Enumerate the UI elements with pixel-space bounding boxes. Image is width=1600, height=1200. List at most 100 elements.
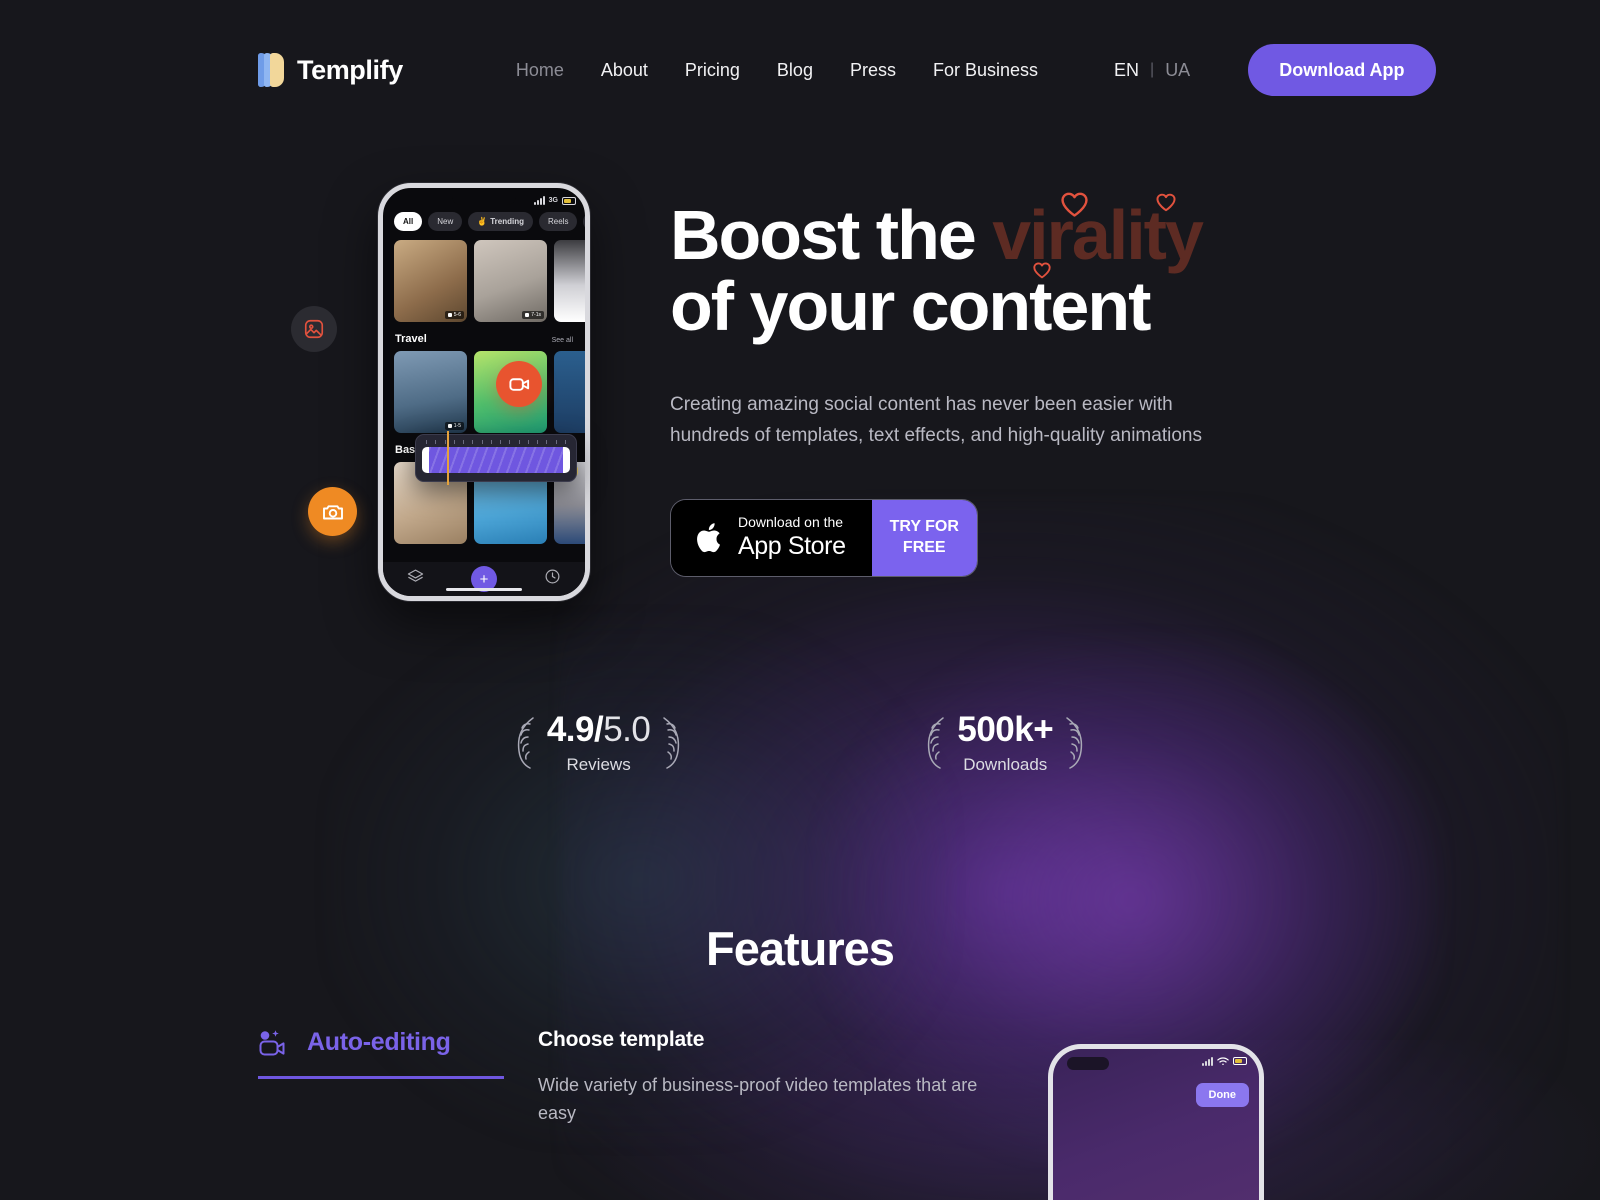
chip-more[interactable]: Mo xyxy=(583,212,585,231)
hero-subtitle-line2: hundreds of templates, text effects, and… xyxy=(670,424,1202,446)
section-title: Travel xyxy=(395,333,427,345)
pages-logo-icon xyxy=(258,53,284,87)
try-for-free-button[interactable]: TRY FOR FREE xyxy=(871,500,977,577)
language-switcher: EN | UA xyxy=(1114,60,1190,81)
laurel-left-icon xyxy=(928,717,945,770)
main-nav: Home About Pricing Blog Press For Busine… xyxy=(516,60,1038,81)
nav-item-press[interactable]: Press xyxy=(850,60,896,81)
feature-tabs: Auto-editing xyxy=(258,1028,504,1128)
chip-all[interactable]: All xyxy=(394,212,423,231)
see-all-link[interactable]: See all xyxy=(552,337,573,344)
stat-value-block: 4.9/5.0 Reviews xyxy=(546,710,651,775)
clock-icon[interactable] xyxy=(544,568,561,590)
app-store-small-label: Download on the xyxy=(738,514,844,531)
cta-group: Download on the App Store TRY FOR FREE xyxy=(670,499,978,578)
chip-reels[interactable]: Reels xyxy=(539,212,578,231)
app-store-button[interactable]: Download on the App Store xyxy=(671,500,872,577)
template-card[interactable] xyxy=(554,351,585,433)
nav-item-home[interactable]: Home xyxy=(516,60,564,81)
stat-value-main: 4.9/ xyxy=(546,710,604,750)
apple-icon xyxy=(697,522,720,552)
app-store-big-label: App Store xyxy=(738,532,846,561)
try-free-line2: FREE xyxy=(902,539,946,557)
hero-title: Boost the virality of your content xyxy=(670,199,1204,346)
network-label: 3G xyxy=(548,197,558,204)
phone2-status-bar xyxy=(1202,1056,1247,1066)
lang-separator: | xyxy=(1150,61,1155,78)
feature-phone-device: Done xyxy=(1048,1043,1264,1200)
trending-emoji: ✌ xyxy=(477,217,488,226)
stat-downloads: 500k+ Downloads xyxy=(923,710,1087,775)
hero-phone-mockup: 3G All New ✌Trending Reels Mo 5-6 xyxy=(258,183,590,601)
heart-icon xyxy=(1033,262,1051,279)
chip-trending[interactable]: ✌ Trending xyxy=(468,212,533,231)
lang-option-en[interactable]: EN xyxy=(1114,60,1139,81)
template-row-travel: 1-5 xyxy=(383,351,585,433)
hero-title-part-a: Boost the xyxy=(670,196,993,274)
done-button[interactable]: Done xyxy=(1195,1082,1249,1107)
hero-subtitle-line1: Creating amazing social content has neve… xyxy=(670,393,1173,415)
stat-label: Reviews xyxy=(566,754,631,774)
timeline-playhead[interactable] xyxy=(447,431,449,485)
home-indicator xyxy=(446,588,522,591)
try-free-line1: TRY FOR xyxy=(889,518,959,536)
feature-panel: Choose template Wide variety of business… xyxy=(538,1028,1008,1128)
section-header-travel: Travel See all xyxy=(383,322,585,351)
chip-new[interactable]: New xyxy=(428,212,463,231)
stat-reviews: 4.9/5.0 Reviews xyxy=(513,710,685,775)
download-app-button[interactable]: Download App xyxy=(1248,44,1436,96)
stats-section: 4.9/5.0 Reviews 500k+ Downloads xyxy=(0,710,1600,775)
lang-option-ua[interactable]: UA xyxy=(1165,60,1190,81)
site-header: Templify Home About Pricing Blog Press F… xyxy=(0,0,1600,140)
timeline-ticks xyxy=(422,440,570,447)
nav-item-blog[interactable]: Blog xyxy=(777,60,813,81)
stat-value-secondary: 5.0 xyxy=(603,710,651,750)
template-card[interactable]: 1-5 xyxy=(394,351,467,433)
laurel-left-icon xyxy=(517,717,534,770)
stat-value: 4.9/5.0 xyxy=(546,710,651,750)
hero-section: 3G All New ✌Trending Reels Mo 5-6 xyxy=(0,183,1600,601)
features-heading: Features xyxy=(706,921,895,975)
stat-value-block: 500k+ Downloads xyxy=(957,710,1054,775)
hero-title-line1: Boost the virality xyxy=(670,196,1204,274)
timeline-stripes xyxy=(429,447,563,473)
stat-label: Downloads xyxy=(963,754,1048,774)
brand-name: Templify xyxy=(297,54,403,85)
logo[interactable]: Templify xyxy=(258,53,403,87)
phone-status-bar: 3G xyxy=(533,196,576,205)
camera-icon[interactable] xyxy=(308,487,357,536)
template-row-top: 5-6 7-1s xyxy=(383,240,585,322)
timeline-track[interactable] xyxy=(422,447,570,473)
template-card[interactable]: 7-1s xyxy=(474,240,547,322)
battery-icon xyxy=(562,196,576,205)
heart-icon xyxy=(1061,192,1088,217)
hero-title-line2: of your content xyxy=(670,267,1151,346)
nav-item-for-business[interactable]: For Business xyxy=(933,60,1038,81)
nav-item-about[interactable]: About xyxy=(601,60,648,81)
auto-video-icon xyxy=(259,1030,285,1056)
nav-item-pricing[interactable]: Pricing xyxy=(685,60,740,81)
video-timeline-widget[interactable] xyxy=(415,431,577,485)
feature-panel-body: Wide variety of business-proof video tem… xyxy=(538,1074,978,1123)
video-camera-icon[interactable] xyxy=(496,361,542,407)
feature-phone-mockup: Done xyxy=(1048,1028,1288,1200)
feature-tab-label: Auto-editing xyxy=(307,1028,451,1057)
hero-copy: Boost the virality of your content Creat… xyxy=(670,184,1204,578)
wifi-icon xyxy=(1217,1057,1229,1065)
laurel-right-icon xyxy=(1066,717,1083,770)
filter-chips: All New ✌Trending Reels Mo xyxy=(383,212,585,231)
feature-panel-title: Choose template xyxy=(538,1027,705,1051)
signal-icon xyxy=(533,196,545,205)
template-card[interactable]: 5-6 xyxy=(394,240,467,322)
card-duration: 1-5 xyxy=(444,422,464,430)
laurel-right-icon xyxy=(663,717,680,770)
chip-trending-label: Trending xyxy=(490,217,524,226)
image-icon[interactable] xyxy=(291,306,337,352)
template-card[interactable] xyxy=(554,240,585,322)
phone-screen: All New ✌Trending Reels Mo 5-6 7-1s xyxy=(383,188,585,596)
stat-value-main: 500k+ xyxy=(957,710,1054,750)
phone-notch xyxy=(452,192,516,205)
layers-icon[interactable] xyxy=(407,568,424,590)
battery-icon xyxy=(1233,1057,1247,1066)
feature-tab-auto-editing[interactable]: Auto-editing xyxy=(258,1028,504,1079)
